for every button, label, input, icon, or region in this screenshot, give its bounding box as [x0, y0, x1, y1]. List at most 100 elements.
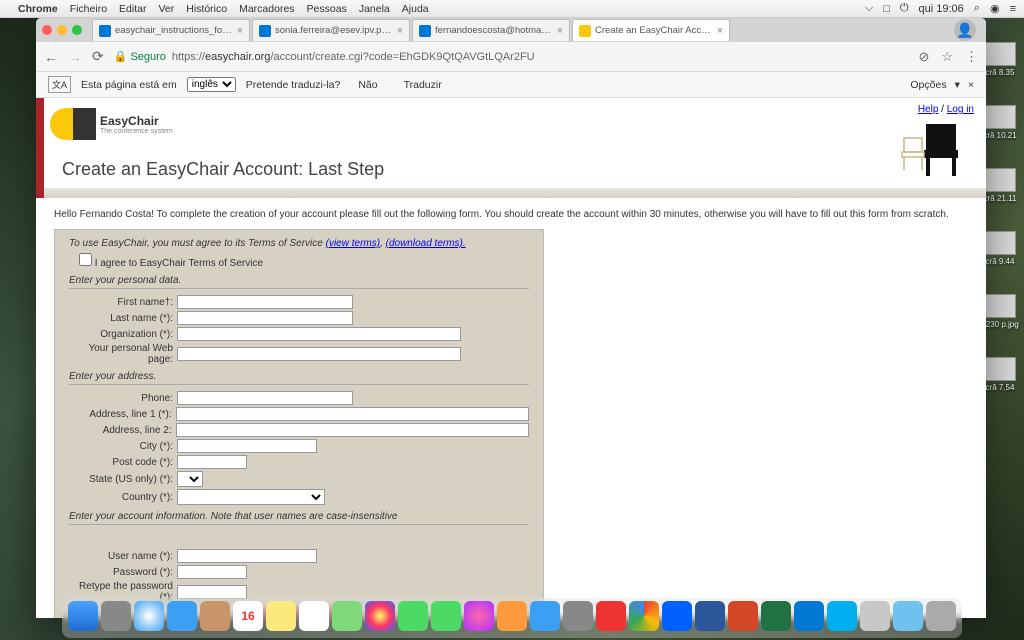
dock-calendar[interactable]: 16	[233, 601, 263, 631]
menu-item[interactable]: Editar	[119, 3, 146, 15]
menu-icon[interactable]: ⋮	[965, 49, 978, 65]
menu-item[interactable]: Histórico	[186, 3, 227, 15]
forward-button[interactable]: →	[68, 49, 82, 65]
city-input[interactable]	[177, 439, 317, 453]
power-icon[interactable]: ⏻	[900, 2, 909, 15]
dock-mail[interactable]	[167, 601, 197, 631]
first-name-input[interactable]	[177, 295, 353, 309]
close-tab-icon[interactable]: ×	[557, 25, 563, 37]
dock-facetime[interactable]	[431, 601, 461, 631]
agree-checkbox[interactable]	[79, 253, 92, 266]
dock-word[interactable]	[695, 601, 725, 631]
tab[interactable]: fernandoescosta@hotmail.con×	[412, 19, 570, 41]
translate-yes-button[interactable]: Traduzir	[396, 77, 450, 93]
dock-finder[interactable]	[68, 601, 98, 631]
dock-reminders[interactable]	[299, 601, 329, 631]
bookmark-icon[interactable]: ☆	[941, 49, 953, 65]
spotlight-icon[interactable]: ⌕	[974, 2, 980, 15]
dock-photos[interactable]	[365, 601, 395, 631]
dock: 16	[62, 598, 962, 638]
help-link[interactable]: Help	[918, 104, 939, 115]
wifi-icon[interactable]: ⌵	[865, 2, 873, 15]
siri-icon[interactable]: ◉	[990, 2, 1000, 15]
view-terms-link[interactable]: (view terms)	[326, 238, 380, 249]
dock-launchpad[interactable]	[101, 601, 131, 631]
password-retype-input[interactable]	[177, 585, 247, 599]
download-terms-link[interactable]: (download terms).	[386, 238, 466, 249]
dock-dropbox[interactable]	[662, 601, 692, 631]
password-input[interactable]	[177, 565, 247, 579]
desktop-file[interactable]: crã 8.35	[980, 42, 1020, 77]
menu-item[interactable]: Ajuda	[402, 3, 429, 15]
app-menu[interactable]: Chrome	[18, 3, 58, 15]
minimize-button[interactable]	[57, 25, 67, 35]
reload-button[interactable]: ⟳	[92, 48, 104, 65]
webpage-input[interactable]	[177, 347, 461, 361]
desktop-file[interactable]: 8230 p.jpg	[980, 294, 1020, 329]
dock-ibooks[interactable]	[497, 601, 527, 631]
phone-label: Phone:	[69, 393, 177, 404]
state-select[interactable]	[177, 471, 203, 487]
country-select[interactable]	[177, 489, 325, 505]
postcode-input[interactable]	[177, 455, 247, 469]
battery-icon[interactable]: □	[883, 3, 890, 15]
mac-menubar: Chrome Ficheiro Editar Ver Histórico Mar…	[0, 0, 1024, 18]
close-button[interactable]	[42, 25, 52, 35]
chrome-window: easychair_instructions_for_aut× sonia.fe…	[36, 18, 986, 618]
dock-messages[interactable]	[398, 601, 428, 631]
login-link[interactable]: Log in	[947, 104, 974, 115]
desktop-file[interactable]: crã 9.44	[980, 231, 1020, 266]
dock-skype[interactable]	[827, 601, 857, 631]
close-tab-icon[interactable]: ×	[717, 25, 723, 37]
chevron-down-icon[interactable]: ▾	[955, 79, 960, 91]
profile-avatar[interactable]: 👤	[954, 19, 976, 41]
dock-itunes[interactable]	[464, 601, 494, 631]
menu-item[interactable]: Pessoas	[307, 3, 347, 15]
phone-input[interactable]	[177, 391, 353, 405]
menu-item[interactable]: Janela	[359, 3, 390, 15]
address1-input[interactable]	[176, 407, 529, 421]
dock-trash[interactable]	[926, 601, 956, 631]
back-button[interactable]: ←	[44, 49, 58, 65]
tab[interactable]: sonia.ferreira@esev.ipv.pt – Co×	[252, 19, 410, 41]
tab[interactable]: easychair_instructions_for_aut×	[92, 19, 250, 41]
tab-active[interactable]: Create an EasyChair Account:×	[572, 19, 730, 41]
close-icon[interactable]: ×	[968, 79, 974, 91]
dock-outlook[interactable]	[794, 601, 824, 631]
translate-options[interactable]: Opções	[910, 79, 946, 91]
logo[interactable]: EasyChair The conference system	[50, 108, 173, 140]
clock[interactable]: qui 19:06	[919, 3, 964, 15]
section-personal: Enter your personal data.	[69, 275, 529, 289]
address2-input[interactable]	[176, 423, 529, 437]
dock-spss[interactable]	[860, 601, 890, 631]
dock-appstore[interactable]	[530, 601, 560, 631]
dock-folder[interactable]	[893, 601, 923, 631]
close-tab-icon[interactable]: ×	[237, 25, 243, 37]
dock-notes[interactable]	[266, 601, 296, 631]
desktop-file[interactable]: crã 10.21	[980, 105, 1020, 140]
dock-preferences[interactable]	[563, 601, 593, 631]
menu-item[interactable]: Ver	[158, 3, 174, 15]
dock-acrobat[interactable]	[596, 601, 626, 631]
dock-excel[interactable]	[761, 601, 791, 631]
desktop-file[interactable]: crã 7.54	[980, 357, 1020, 392]
last-name-input[interactable]	[177, 311, 353, 325]
close-tab-icon[interactable]: ×	[397, 25, 403, 37]
dock-contacts[interactable]	[200, 601, 230, 631]
window-controls	[42, 25, 82, 35]
desktop-file[interactable]: crã 21.11	[980, 168, 1020, 203]
maximize-button[interactable]	[72, 25, 82, 35]
translate-no-button[interactable]: Não	[350, 77, 385, 93]
menu-item[interactable]: Ficheiro	[70, 3, 107, 15]
organization-input[interactable]	[177, 327, 461, 341]
dock-safari[interactable]	[134, 601, 164, 631]
notifications-icon[interactable]: ≡	[1010, 3, 1016, 15]
dock-maps[interactable]	[332, 601, 362, 631]
menu-item[interactable]: Marcadores	[239, 3, 294, 15]
dock-powerpoint[interactable]	[728, 601, 758, 631]
dock-chrome[interactable]	[629, 601, 659, 631]
language-select[interactable]: inglês	[187, 77, 236, 92]
username-input[interactable]	[177, 549, 317, 563]
url-bar[interactable]: 🔒Seguro https://easychair.org/account/cr…	[114, 50, 909, 63]
stop-icon[interactable]: ⊘	[918, 49, 929, 65]
